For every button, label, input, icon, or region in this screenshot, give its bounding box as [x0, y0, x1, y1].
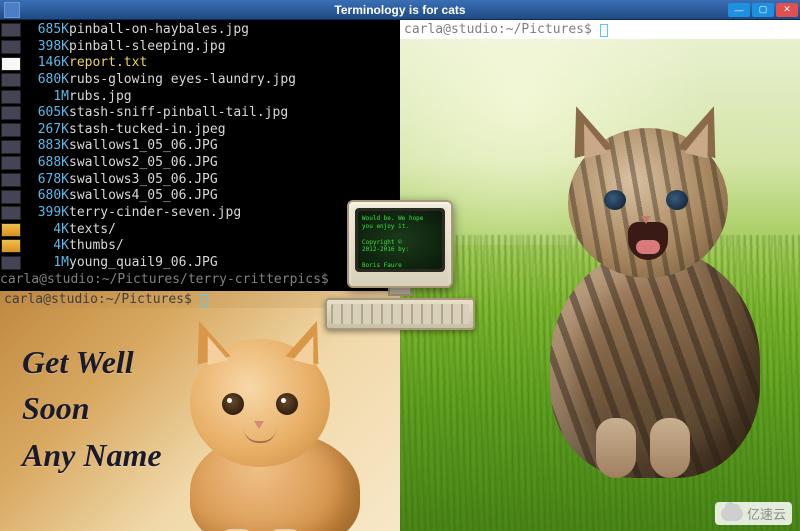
folder-icon [1, 239, 21, 253]
minimize-button[interactable]: — [728, 3, 750, 17]
window-title: Terminology is for cats [334, 3, 465, 17]
thumbnail-icon [1, 206, 21, 220]
listing-row[interactable]: 605K stash-sniff-pinball-tail.jpg [0, 105, 400, 122]
thumbnail-icon [1, 190, 21, 204]
right-prompt[interactable]: carla@studio:~/Pictures$ [400, 20, 800, 39]
listing-row[interactable]: 688K swallows2_05_06.JPG [0, 155, 400, 172]
file-size: 680K [23, 188, 69, 205]
listing-row[interactable]: 1M rubs.jpg [0, 89, 400, 106]
card-line3: Any Name [22, 432, 162, 478]
thumbnail-icon [1, 156, 21, 170]
thumbnail-icon [1, 73, 21, 87]
prompt-text: carla@studio:~/Pictures$ [4, 292, 200, 307]
file-name: stash-sniff-pinball-tail.jpg [69, 105, 288, 122]
file-size: 4K [23, 222, 69, 239]
thumbnail-icon [1, 90, 21, 104]
file-size: 267K [23, 122, 69, 139]
thumbnail-icon [1, 256, 21, 270]
cloud-icon [721, 507, 743, 521]
watermark-text: 亿速云 [747, 504, 786, 523]
file-name: pinball-sleeping.jpg [69, 39, 226, 56]
card-line1: Get Well [22, 339, 162, 385]
about-screen-text: Would be. We hope you enjoy it. Copyrigh… [358, 211, 442, 269]
listing-row[interactable]: 883K swallows1_05_06.JPG [0, 138, 400, 155]
card-line2: Soon [22, 385, 162, 431]
listing-row[interactable]: 678K swallows3_05_06.JPG [0, 172, 400, 189]
listing-row[interactable]: 267K stash-tucked-in.jpeg [0, 122, 400, 139]
thumbnail-icon [1, 140, 21, 154]
app-window: Terminology is for cats — ▢ ✕ 685K pinba… [0, 0, 800, 531]
file-size: 398K [23, 39, 69, 56]
listing-row[interactable]: 685K pinball-on-haybales.jpg [0, 22, 400, 39]
cursor-icon [600, 24, 608, 37]
window-buttons: — ▢ ✕ [728, 3, 798, 17]
file-size: 1M [23, 89, 69, 106]
file-name: swallows1_05_06.JPG [69, 138, 218, 155]
thumbnail-icon [1, 40, 21, 54]
file-size: 678K [23, 172, 69, 189]
file-size: 685K [23, 22, 69, 39]
keyboard-icon [325, 298, 475, 330]
file-name: young_quail9_06.JPG [69, 255, 218, 272]
card-text: Get Well Soon Any Name [22, 339, 162, 478]
listing-row[interactable]: 146K report.txt [0, 55, 400, 72]
monitor-icon: Would be. We hope you enjoy it. Copyrigh… [347, 200, 453, 288]
file-name: report.txt [69, 55, 147, 72]
file-size: 146K [23, 55, 69, 72]
maximize-button[interactable]: ▢ [752, 3, 774, 17]
file-size: 605K [23, 105, 69, 122]
thumbnail-icon [1, 123, 21, 137]
file-name: rubs.jpg [69, 89, 132, 106]
titlebar[interactable]: Terminology is for cats — ▢ ✕ [0, 0, 800, 20]
file-size: 883K [23, 138, 69, 155]
prompt-text: carla@studio:~/Pictures$ [404, 22, 600, 37]
file-name: rubs-glowing eyes-laundry.jpg [69, 72, 296, 89]
file-size: 399K [23, 205, 69, 222]
file-name: texts/ [69, 222, 116, 239]
about-popup[interactable]: Would be. We hope you enjoy it. Copyrigh… [325, 200, 475, 330]
file-name: thumbs/ [69, 238, 124, 255]
listing-row[interactable]: 680K rubs-glowing eyes-laundry.jpg [0, 72, 400, 89]
file-size: 680K [23, 72, 69, 89]
prompt-text: carla@studio:~/Pictures/terry-critterpic… [0, 272, 329, 287]
watermark: 亿速云 [715, 502, 792, 525]
app-icon [4, 2, 20, 18]
close-button[interactable]: ✕ [776, 3, 798, 17]
cursor-icon [200, 294, 208, 307]
file-size: 1M [23, 255, 69, 272]
thumbnail-icon [1, 173, 21, 187]
file-name: pinball-on-haybales.jpg [69, 22, 249, 39]
thumbnail-icon [1, 106, 21, 120]
listing-row[interactable]: 398K pinball-sleeping.jpg [0, 39, 400, 56]
orange-kitten [150, 321, 370, 531]
file-size: 688K [23, 155, 69, 172]
file-name: stash-tucked-in.jpeg [69, 122, 226, 139]
file-name: terry-cinder-seven.jpg [69, 205, 241, 222]
file-name: swallows4_05_06.JPG [69, 188, 218, 205]
file-name: swallows3_05_06.JPG [69, 172, 218, 189]
window-body: 685K pinball-on-haybales.jpg398K pinball… [0, 20, 800, 531]
folder-icon [1, 223, 21, 237]
tabby-kitten [520, 98, 780, 458]
thumbnail-icon [1, 23, 21, 37]
file-size: 4K [23, 238, 69, 255]
file-name: swallows2_05_06.JPG [69, 155, 218, 172]
document-icon [1, 57, 21, 71]
